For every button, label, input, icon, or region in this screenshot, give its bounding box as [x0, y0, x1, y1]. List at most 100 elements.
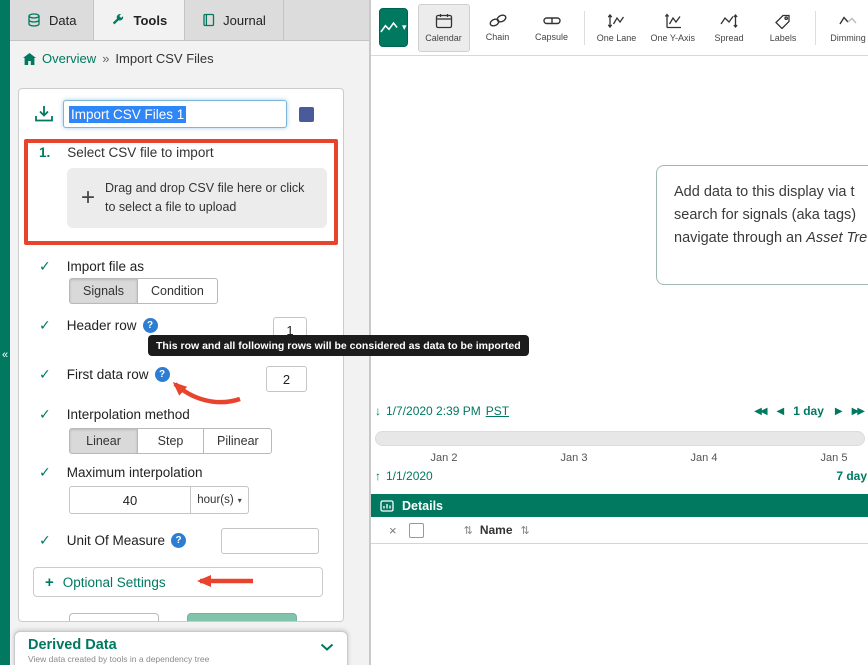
step-forward-fast-button[interactable]: ▶▶ [852, 406, 863, 417]
breadcrumb-current: Import CSV Files [115, 51, 213, 66]
check-icon: ✓ [39, 532, 51, 549]
interpolation-row: ✓ Interpolation method [39, 406, 190, 423]
plus-icon: + [81, 186, 95, 210]
header-row-label: Header row [67, 318, 137, 333]
name-column-header[interactable]: Name [480, 523, 513, 537]
toolbar-capsule[interactable]: Capsule [526, 4, 578, 52]
display-panel: ▾ Calendar [370, 0, 868, 665]
breadcrumb-separator: » [102, 51, 109, 66]
help-icon[interactable]: ? [155, 367, 170, 382]
up-arrow-icon: ↑ [375, 469, 381, 483]
check-icon: ✓ [39, 366, 51, 383]
unit-of-measure-label: Unit Of Measure [67, 533, 165, 548]
toolbar-one-lane[interactable]: One Lane [591, 4, 643, 52]
trend-view-button[interactable]: ▾ [379, 8, 408, 47]
help-icon[interactable]: ? [171, 533, 186, 548]
first-data-row-input[interactable]: 2 [266, 366, 307, 392]
tag-icon [774, 13, 792, 29]
tab-data[interactable]: Data [10, 0, 94, 40]
sort-icon[interactable]: ⇅ [521, 524, 530, 537]
signals-button[interactable]: Signals [69, 278, 138, 304]
close-icon[interactable]: × [389, 523, 397, 538]
panel-tabbar: Data Tools Journal [10, 0, 369, 41]
import-icon [33, 104, 55, 124]
tick-label: Jan 5 [821, 452, 848, 464]
chain-icon [488, 13, 508, 28]
header-row-input[interactable]: 1 [273, 317, 307, 343]
tab-tools[interactable]: Tools [94, 0, 185, 40]
tab-journal[interactable]: Journal [185, 0, 284, 40]
empty-display-help: Add data to this display via t search fo… [656, 165, 868, 285]
wrench-icon [111, 13, 125, 27]
tab-tools-label: Tools [133, 13, 167, 28]
import-as-row: ✓ Import file as [39, 258, 144, 275]
color-swatch-button[interactable] [299, 107, 314, 122]
display-range-bar: ↓ 1/7/2020 2:39 PM PST ◀◀ ◀ 1 day ▶ ▶▶ [375, 404, 865, 418]
tool-name-input[interactable]: Import CSV Files 1 [63, 100, 287, 128]
step1-label: Select CSV file to import [67, 145, 213, 160]
breadcrumb-overview-link[interactable]: Overview [42, 51, 96, 66]
sort-icon[interactable]: ⇅ [464, 524, 473, 537]
tool-name-selected-text: Import CSV Files 1 [69, 106, 186, 123]
one-lane-icon [607, 13, 627, 29]
investigate-duration-button[interactable]: 7 day [836, 469, 867, 483]
import-csv-tool-card: Import CSV Files 1 1. Select CSV file to… [18, 88, 344, 622]
display-start-time[interactable]: 1/7/2020 2:39 PM [386, 404, 481, 418]
unit-of-measure-row: ✓ Unit Of Measure ? [39, 532, 186, 549]
left-panel: Data Tools Journal Overview [10, 0, 370, 665]
step-back-fast-button[interactable]: ◀◀ [754, 406, 765, 417]
toolbar-spread[interactable]: Spread [703, 4, 755, 52]
investigate-start-date[interactable]: 1/1/2020 [386, 469, 433, 483]
cancel-button[interactable] [69, 613, 159, 622]
toolbar-dimming[interactable]: Dimming [822, 4, 868, 52]
details-header[interactable]: Details [371, 494, 868, 517]
timezone-link[interactable]: PST [486, 404, 509, 418]
collapse-rail[interactable]: « [0, 0, 10, 665]
seeq-workbench: « Data Tools [0, 0, 868, 665]
investigate-range-bar: ↑ 1/1/2020 7 day [375, 469, 867, 483]
linear-button[interactable]: Linear [69, 428, 138, 454]
calendar-icon [435, 13, 453, 29]
derived-data-panel[interactable]: Derived Data View data created by tools … [14, 631, 348, 665]
toolbar-one-y-axis[interactable]: One Y-Axis [645, 4, 702, 52]
csv-dropzone[interactable]: + Drag and drop CSV file here or click t… [67, 168, 327, 228]
unit-of-measure-input[interactable] [221, 528, 319, 554]
import-as-group: Signals Condition [69, 278, 218, 304]
details-table-header: × ⇅ Name ⇅ [371, 517, 868, 544]
unit-dropdown[interactable]: hour(s) ▾ [191, 486, 249, 514]
toolbar-separator [584, 11, 585, 45]
details-title: Details [402, 499, 443, 513]
tick-label: Jan 4 [691, 452, 718, 464]
help-icon[interactable]: ? [143, 318, 158, 333]
toolbar-labels[interactable]: Labels [757, 4, 809, 52]
overview-home-icon [23, 53, 36, 65]
display-start[interactable]: ↓ 1/7/2020 2:39 PM PST [375, 404, 509, 418]
toolbar-separator [815, 11, 816, 45]
toolbar-calendar[interactable]: Calendar [418, 4, 470, 52]
select-all-checkbox[interactable] [409, 523, 424, 538]
import-as-label: Import file as [67, 259, 144, 274]
tab-data-label: Data [49, 13, 76, 28]
max-interpolation-row: ✓ Maximum interpolation [39, 464, 203, 481]
optional-settings-toggle[interactable]: + Optional Settings [33, 567, 323, 597]
tab-journal-label: Journal [223, 13, 266, 28]
check-icon: ✓ [39, 464, 51, 481]
time-scrollbar[interactable] [375, 431, 865, 446]
step1-number: 1. [39, 145, 50, 160]
max-interpolation-input[interactable]: 40 [69, 486, 191, 514]
chart-icon [380, 500, 394, 512]
investigate-start[interactable]: ↑ 1/1/2020 [375, 469, 433, 483]
toolbar-chain[interactable]: Chain [472, 4, 524, 52]
step-back-button[interactable]: ◀ [777, 406, 783, 417]
collapse-panel-icon[interactable]: « [0, 343, 10, 367]
step-button[interactable]: Step [137, 428, 204, 454]
spread-icon [719, 13, 739, 29]
check-icon: ✓ [39, 258, 51, 275]
step-forward-button[interactable]: ▶ [835, 406, 841, 417]
pilinear-button[interactable]: Pilinear [203, 428, 272, 454]
condition-button[interactable]: Condition [137, 278, 218, 304]
execute-button[interactable] [187, 613, 297, 622]
tick-label: Jan 2 [431, 452, 458, 464]
range-duration-button[interactable]: 1 day [793, 404, 824, 418]
plus-icon: + [45, 574, 54, 591]
